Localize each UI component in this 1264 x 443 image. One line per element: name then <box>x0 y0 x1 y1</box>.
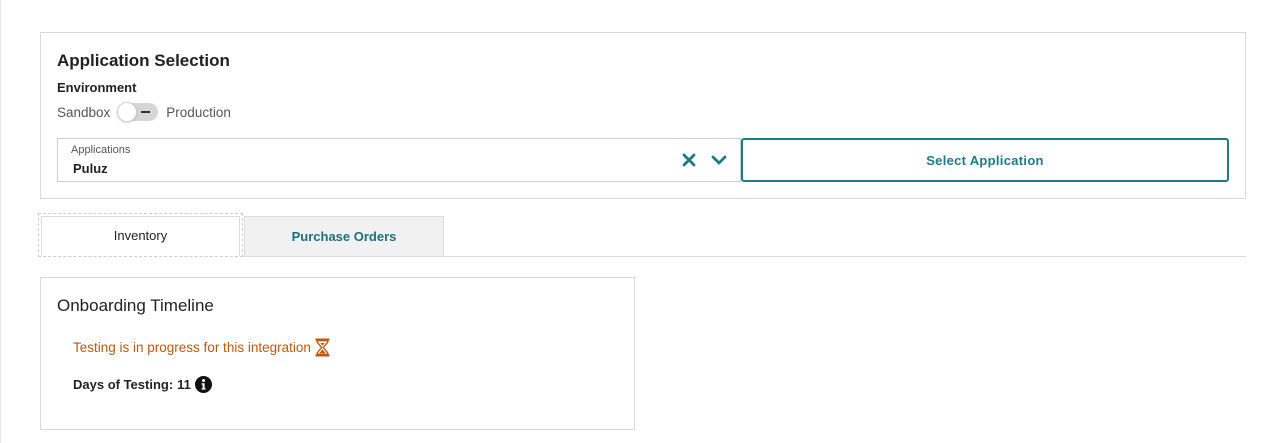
application-selection-title: Application Selection <box>57 51 230 70</box>
applications-field-label: Applications <box>71 144 131 156</box>
applications-select[interactable]: Applications Puluz <box>57 138 741 182</box>
testing-status-text: Testing is in progress for this integrat… <box>73 340 311 355</box>
tab-inventory[interactable]: Inventory <box>38 213 243 257</box>
days-of-testing-label: Days of Testing: <box>73 377 174 392</box>
toggle-knob <box>117 102 138 122</box>
environment-toggle-row: Sandbox Production <box>57 102 231 122</box>
applications-field-value: Puluz <box>73 161 108 176</box>
hourglass-icon <box>315 338 330 357</box>
environment-toggle[interactable] <box>117 102 159 122</box>
chevron-down-icon[interactable] <box>711 155 727 166</box>
close-icon[interactable] <box>682 153 696 167</box>
production-label: Production <box>166 104 231 120</box>
sandbox-label: Sandbox <box>57 104 111 120</box>
tab-purchase-orders[interactable]: Purchase Orders <box>244 216 444 257</box>
tab-bar: Inventory Purchase Orders <box>38 213 1246 257</box>
tab-inventory-label: Inventory <box>113 227 168 243</box>
select-application-button[interactable]: Select Application <box>741 138 1229 182</box>
environment-label: Environment <box>57 80 137 95</box>
onboarding-timeline-card: Onboarding Timeline Testing is in progre… <box>40 277 635 430</box>
info-icon[interactable] <box>194 376 212 393</box>
page: Application Selection Environment Sandbo… <box>0 0 1264 443</box>
days-of-testing-value: 11 <box>177 377 191 392</box>
onboarding-timeline-title: Onboarding Timeline <box>57 296 214 315</box>
toggle-minus-icon <box>141 111 151 113</box>
tab-purchase-orders-label: Purchase Orders <box>291 229 397 244</box>
days-of-testing: Days of Testing: 11 <box>73 376 212 393</box>
testing-status: Testing is in progress for this integrat… <box>73 338 330 357</box>
application-selection-card: Application Selection Environment Sandbo… <box>40 32 1246 199</box>
